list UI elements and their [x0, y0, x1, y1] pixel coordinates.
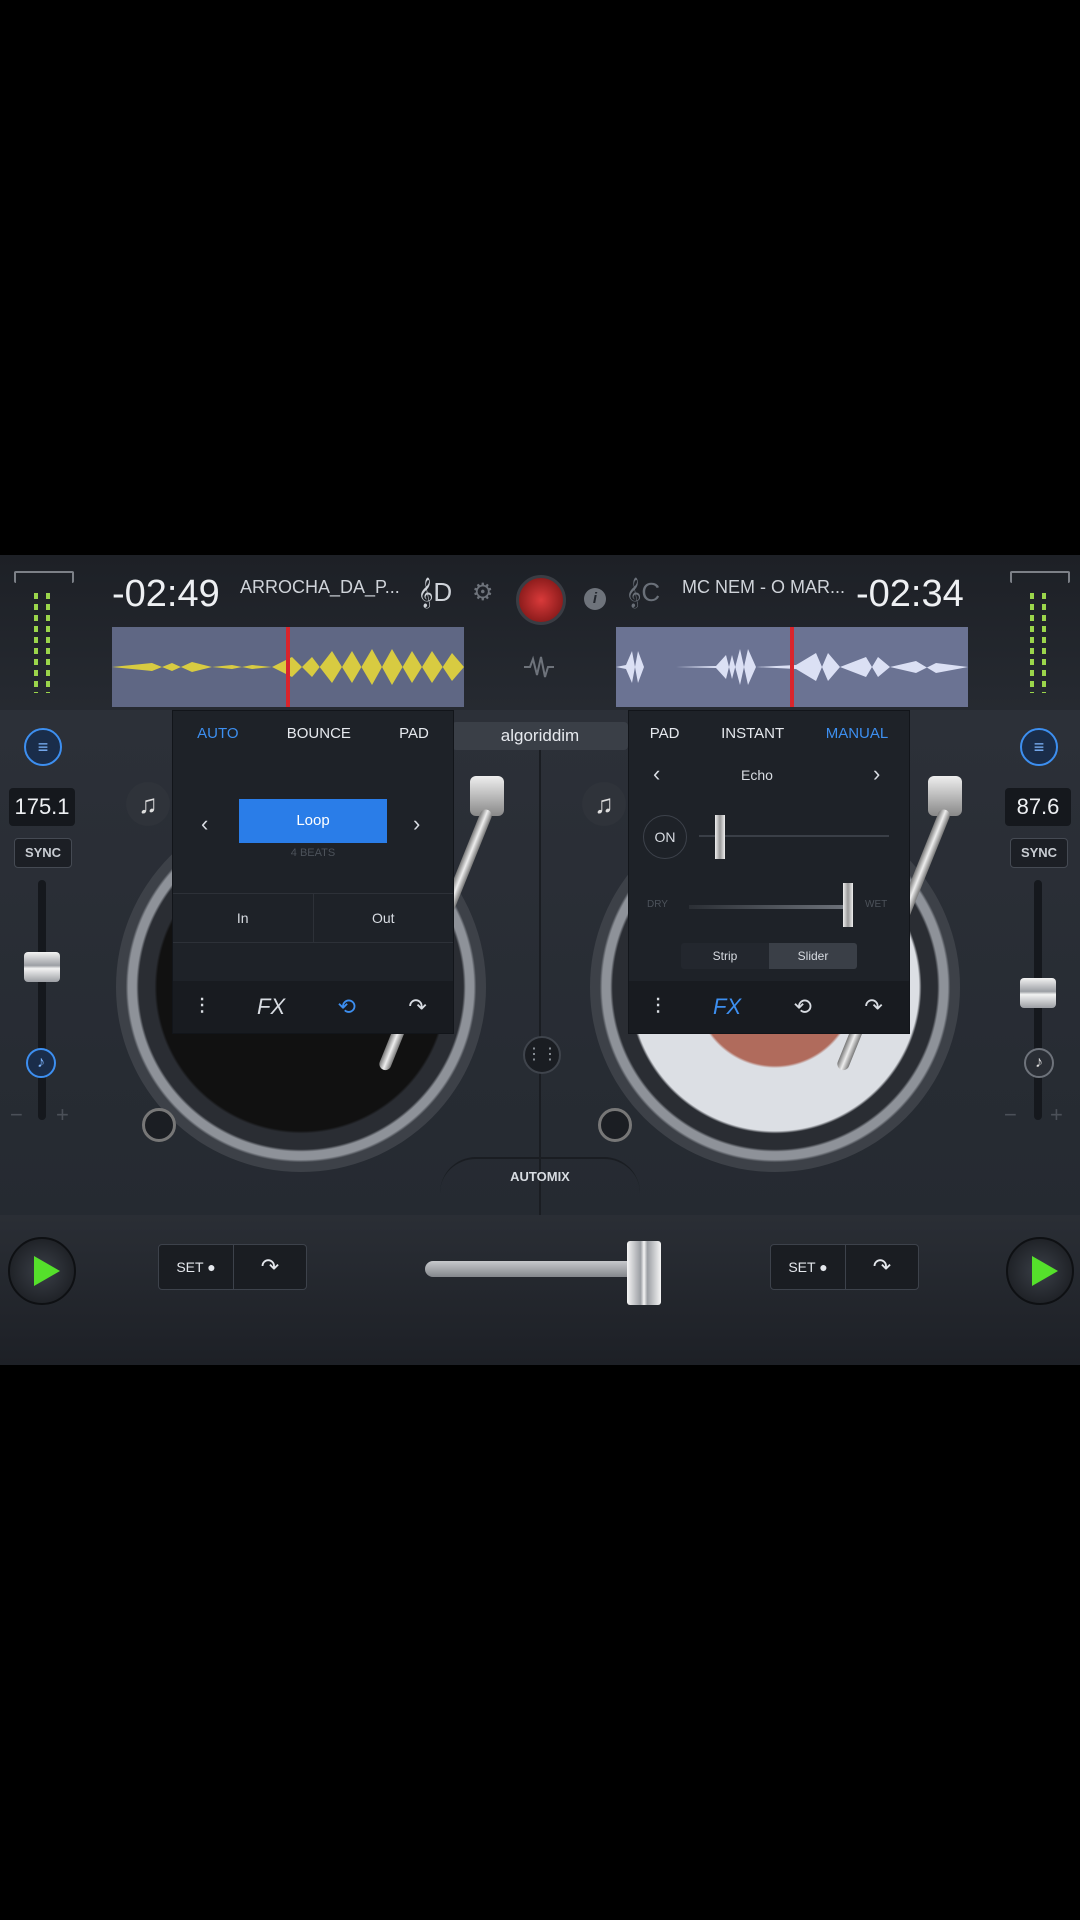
fx-wet-label: WET — [865, 899, 888, 910]
right-bpm[interactable]: 87.6 — [1005, 788, 1071, 826]
left-cue-group: SET ● ↷ — [158, 1244, 307, 1290]
right-plus-icon[interactable]: + — [1050, 1102, 1063, 1128]
right-music-note-icon[interactable]: ♪ — [1024, 1048, 1054, 1078]
right-pitch-handle[interactable] — [1020, 978, 1056, 1008]
left-time-remaining: -02:49 — [112, 573, 220, 615]
automix-button[interactable]: AUTOMIX — [440, 1157, 640, 1193]
skip-icon[interactable]: ↷ — [864, 994, 882, 1020]
loop-next-icon[interactable]: › — [413, 811, 420, 837]
fx-mode-toggle: Strip Slider — [681, 943, 857, 969]
loop-out-button[interactable]: Out — [314, 894, 454, 942]
fx-prev-icon[interactable]: ‹ — [653, 761, 660, 787]
left-key[interactable]: 𝄞D — [418, 577, 452, 609]
gear-icon[interactable]: ⚙ — [472, 578, 494, 607]
fx-effect-select[interactable]: Echo — [741, 767, 773, 783]
left-track-title[interactable]: ARROCHA_DA_P... — [240, 577, 400, 598]
top-bar: -02:49 ARROCHA_DA_P... 𝄞D ⚙ i 𝄞C MC NEM … — [0, 555, 1080, 712]
left-loop-tabs: AUTO BOUNCE PAD — [173, 711, 453, 755]
tab-instant[interactable]: INSTANT — [721, 725, 784, 742]
loop-beats-label: 4 BEATS — [290, 847, 336, 859]
right-minus-icon[interactable]: − — [1004, 1102, 1017, 1128]
tab-pad[interactable]: PAD — [650, 725, 680, 742]
right-waveform[interactable] — [616, 627, 968, 707]
left-level-meter — [10, 571, 74, 701]
automix-label: AUTOMIX — [510, 1169, 570, 1184]
transport-bar: SET ● ↷ SET ● ↷ — [0, 1215, 1080, 1365]
fx-strip-option[interactable]: Strip — [681, 943, 769, 969]
left-eq-icon[interactable]: ≡ — [24, 728, 62, 766]
left-play-button[interactable] — [8, 1237, 76, 1305]
left-pitch-handle[interactable] — [24, 952, 60, 982]
loop-button[interactable]: Loop — [239, 799, 387, 843]
left-waveform[interactable] — [112, 627, 464, 707]
left-jump-icon[interactable]: ↷ — [234, 1245, 306, 1289]
right-time-remaining: -02:34 — [856, 573, 964, 615]
center-divider — [539, 750, 541, 1215]
loop-icon[interactable]: ⟲ — [338, 994, 356, 1020]
tab-manual[interactable]: MANUAL — [826, 725, 889, 742]
tab-auto[interactable]: AUTO — [197, 725, 238, 742]
right-panel-toolbar: ⫶ FX ⟲ ↷ — [629, 981, 909, 1033]
left-plus-icon[interactable]: + — [56, 1102, 69, 1128]
record-button[interactable] — [516, 575, 566, 625]
crossfader-track[interactable] — [425, 1261, 635, 1277]
waveform-icon[interactable] — [522, 655, 556, 679]
right-library-icon[interactable]: ♫ — [582, 782, 626, 826]
loop-in-out-row: In Out — [173, 893, 453, 943]
left-set-cue-button[interactable]: SET ● — [159, 1245, 234, 1289]
fx-dry-label: DRY — [647, 899, 668, 910]
right-set-cue-button[interactable]: SET ● — [771, 1245, 846, 1289]
tab-bounce[interactable]: BOUNCE — [287, 725, 351, 742]
left-pitch-slider[interactable] — [38, 880, 46, 1120]
left-library-icon[interactable]: ♫ — [126, 782, 170, 826]
left-loop-panel: AUTO BOUNCE PAD ‹ Loop › 4 BEATS In Out … — [172, 710, 454, 1034]
right-fx-panel: PAD INSTANT MANUAL ‹ Echo › ON DRY WET S… — [628, 710, 910, 1034]
right-jump-icon[interactable]: ↷ — [846, 1245, 918, 1289]
loop-in-button[interactable]: In — [173, 894, 314, 942]
right-sync-button[interactable]: SYNC — [1010, 838, 1068, 868]
right-eq-icon[interactable]: ≡ — [1020, 728, 1058, 766]
left-sync-button[interactable]: SYNC — [14, 838, 72, 868]
fx-drywet-track[interactable] — [689, 905, 849, 909]
right-play-button[interactable] — [1006, 1237, 1074, 1305]
brand-logo: algoriddim — [452, 722, 628, 750]
right-playhead — [790, 627, 794, 707]
right-level-meter — [1006, 571, 1070, 701]
fx-next-icon[interactable]: › — [873, 761, 880, 787]
fx-slider-option[interactable]: Slider — [769, 943, 857, 969]
skip-icon[interactable]: ↷ — [408, 994, 426, 1020]
fx-drywet-handle[interactable] — [843, 883, 853, 927]
left-music-note-icon[interactable]: ♪ — [26, 1048, 56, 1078]
info-icon[interactable]: i — [584, 588, 606, 610]
fx-on-button[interactable]: ON — [643, 815, 687, 859]
right-fx-tabs: PAD INSTANT MANUAL — [629, 711, 909, 755]
mixer-icon[interactable]: ⫶ — [199, 994, 205, 1020]
left-playhead — [286, 627, 290, 707]
fx-param-track[interactable] — [699, 835, 889, 837]
decks-area: ≡ 175.1 SYNC ♪ − + ≡ 87.6 SYNC ♪ − + ♫ ♫… — [0, 710, 1080, 1215]
loop-icon[interactable]: ⟲ — [794, 994, 812, 1020]
fx-param-handle[interactable] — [715, 815, 725, 859]
tab-pad[interactable]: PAD — [399, 725, 429, 742]
right-tonearm-pivot-knob — [598, 1108, 632, 1142]
right-cue-group: SET ● ↷ — [770, 1244, 919, 1290]
loop-prev-icon[interactable]: ‹ — [201, 811, 208, 837]
left-bpm[interactable]: 175.1 — [9, 788, 75, 826]
fx-tab[interactable]: FX — [713, 994, 741, 1020]
grid-icon[interactable]: ⋮⋮ — [523, 1036, 561, 1074]
right-track-title[interactable]: MC NEM - O MAR... — [682, 577, 845, 598]
left-panel-toolbar: ⫶ FX ⟲ ↷ — [173, 981, 453, 1033]
crossfader-handle[interactable] — [627, 1241, 661, 1305]
djay-app: -02:49 ARROCHA_DA_P... 𝄞D ⚙ i 𝄞C MC NEM … — [0, 555, 1080, 1365]
left-tonearm-pivot-knob — [142, 1108, 176, 1142]
fx-tab[interactable]: FX — [257, 994, 285, 1020]
right-key[interactable]: 𝄞C — [626, 577, 660, 609]
left-minus-icon[interactable]: − — [10, 1102, 23, 1128]
mixer-icon[interactable]: ⫶ — [655, 994, 661, 1020]
